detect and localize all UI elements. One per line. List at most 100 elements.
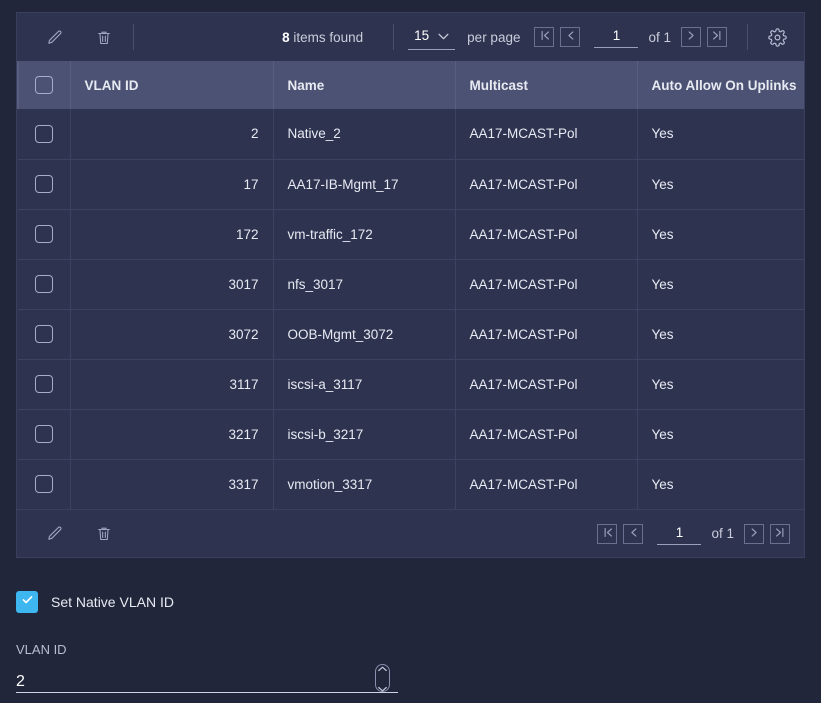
table-row[interactable]: 3217 iscsi-b_3217 AA17-MCAST-Pol Yes bbox=[18, 409, 804, 460]
edit-button[interactable] bbox=[39, 22, 69, 52]
cell-name: vmotion_3317 bbox=[273, 459, 456, 509]
row-select-cell[interactable] bbox=[18, 309, 71, 360]
page-number-input[interactable]: 1 bbox=[594, 26, 639, 48]
row-select-cell[interactable] bbox=[18, 409, 71, 460]
page-total-label-bottom: of 1 bbox=[711, 526, 734, 541]
trash-icon bbox=[96, 525, 112, 542]
cell-auto-allow: Yes bbox=[651, 476, 674, 492]
cell-multicast: AA17-MCAST-Pol bbox=[455, 159, 638, 210]
vlan-id-input[interactable]: 2 bbox=[16, 672, 364, 692]
table-row[interactable]: 3117 iscsi-a_3117 AA17-MCAST-Pol Yes bbox=[18, 359, 804, 410]
row-checkbox[interactable] bbox=[34, 475, 53, 494]
row-checkbox[interactable] bbox=[34, 425, 53, 443]
edit-button-bottom[interactable] bbox=[39, 519, 69, 549]
cell-vlan-id: 3072 bbox=[70, 309, 274, 360]
trash-icon bbox=[96, 29, 112, 46]
pencil-icon bbox=[46, 29, 63, 46]
page-number-input-bottom[interactable]: 1 bbox=[657, 523, 702, 545]
next-page-button-bottom[interactable] bbox=[744, 523, 764, 544]
chevron-down-icon bbox=[438, 27, 449, 45]
row-select-cell[interactable] bbox=[18, 109, 71, 160]
row-checkbox[interactable] bbox=[34, 124, 53, 143]
table-row[interactable]: 2 Native_2 AA17-MCAST-Pol Yes bbox=[18, 109, 804, 160]
table-row[interactable]: 3317 vmotion_3317 AA17-MCAST-Pol Yes bbox=[18, 459, 804, 509]
cell-auto-allow: Yes bbox=[637, 409, 804, 460]
cell-vlan-id: 3117 bbox=[70, 359, 274, 410]
cell-vlan-id: 172 bbox=[70, 209, 274, 260]
cell-auto-allow: Yes bbox=[637, 359, 804, 410]
settings-button[interactable] bbox=[762, 22, 792, 52]
cell-auto-allow: Yes bbox=[637, 109, 804, 160]
table-row[interactable]: 172 vm-traffic_172 AA17-MCAST-Pol Yes bbox=[18, 209, 804, 260]
items-found-label: 8 items found bbox=[282, 30, 363, 45]
column-header-name[interactable]: Name bbox=[273, 61, 456, 109]
cell-name: AA17-IB-Mgmt_17 bbox=[273, 159, 456, 210]
row-checkbox[interactable] bbox=[34, 175, 53, 193]
page-total-label: of 1 bbox=[648, 29, 671, 45]
table-top-toolbar: 8 items found 15 per page 1 of 1 bbox=[17, 13, 804, 61]
cell-name: nfs_3017 bbox=[273, 259, 456, 310]
table-row[interactable]: 3017 nfs_3017 AA17-MCAST-Pol Yes bbox=[18, 259, 804, 310]
chevron-down-icon[interactable] bbox=[378, 679, 387, 697]
prev-page-icon bbox=[628, 525, 639, 543]
cell-name: iscsi-a_3117 bbox=[273, 359, 456, 410]
cell-auto-allow: Yes bbox=[637, 259, 804, 310]
items-found-count: 8 bbox=[282, 29, 290, 45]
vlan-id-label: VLAN ID bbox=[16, 642, 67, 657]
vlan-id-stepper[interactable] bbox=[375, 664, 390, 692]
row-select-cell[interactable] bbox=[18, 159, 71, 210]
gear-icon bbox=[767, 27, 787, 47]
next-page-button[interactable] bbox=[681, 27, 701, 47]
last-page-icon bbox=[712, 28, 723, 46]
table-row[interactable]: 3072 OOB-Mgmt_3072 AA17-MCAST-Pol Yes bbox=[18, 309, 804, 360]
column-header-multicast[interactable]: Multicast bbox=[455, 61, 638, 109]
select-all-checkbox[interactable] bbox=[35, 76, 54, 94]
column-header-auto-allow[interactable]: Auto Allow On Uplinks bbox=[637, 61, 804, 109]
row-checkbox[interactable] bbox=[34, 325, 53, 343]
cell-auto-allow: Yes bbox=[637, 309, 804, 360]
column-header-vlan-id[interactable]: VLAN ID bbox=[70, 61, 274, 109]
delete-button-bottom[interactable] bbox=[89, 519, 119, 549]
row-checkbox[interactable] bbox=[34, 275, 53, 293]
toolbar-divider-3 bbox=[747, 24, 748, 50]
first-page-button-bottom[interactable] bbox=[597, 523, 618, 544]
cell-multicast: AA17-MCAST-Pol bbox=[455, 409, 638, 460]
per-page-select[interactable]: 15 bbox=[408, 25, 456, 50]
cell-auto-allow: Yes bbox=[637, 209, 804, 260]
first-page-button[interactable] bbox=[534, 27, 555, 47]
cell-name: vm-traffic_172 bbox=[273, 209, 456, 260]
last-page-button-bottom[interactable] bbox=[770, 523, 790, 544]
cell-multicast: AA17-MCAST-Pol bbox=[455, 359, 638, 410]
cell-multicast: AA17-MCAST-Pol bbox=[455, 459, 638, 509]
cell-multicast: AA17-MCAST-Pol bbox=[455, 209, 638, 260]
vlan-id-input-wrapper[interactable]: 2 bbox=[16, 664, 398, 693]
delete-button[interactable] bbox=[89, 22, 119, 52]
table-row[interactable]: 17 AA17-IB-Mgmt_17 AA17-MCAST-Pol Yes bbox=[18, 159, 804, 210]
row-select-cell[interactable] bbox=[18, 459, 71, 509]
chevron-up-icon[interactable] bbox=[378, 659, 387, 677]
cell-vlan-id: 2 bbox=[70, 109, 274, 160]
row-checkbox[interactable] bbox=[34, 375, 53, 393]
vlan-table: VLAN ID Name Multicast Auto Allow On Upl… bbox=[17, 61, 804, 509]
first-page-icon bbox=[539, 28, 550, 46]
row-select-cell[interactable] bbox=[18, 259, 71, 310]
row-checkbox[interactable] bbox=[34, 225, 53, 243]
next-page-icon bbox=[686, 28, 697, 46]
prev-page-button-bottom[interactable] bbox=[623, 523, 644, 544]
row-select-cell[interactable] bbox=[18, 209, 71, 260]
cell-vlan-id: 3317 bbox=[70, 459, 274, 509]
cell-vlan-id: 17 bbox=[70, 159, 274, 210]
table-header-row: VLAN ID Name Multicast Auto Allow On Upl… bbox=[17, 61, 804, 109]
prev-page-button[interactable] bbox=[560, 27, 581, 47]
check-icon bbox=[21, 593, 34, 611]
last-page-button[interactable] bbox=[707, 27, 727, 47]
toolbar-divider bbox=[133, 24, 134, 50]
cell-multicast: AA17-MCAST-Pol bbox=[455, 109, 638, 160]
set-native-vlan-row[interactable]: Set Native VLAN ID bbox=[16, 588, 805, 616]
select-all-header[interactable] bbox=[17, 61, 71, 109]
pencil-icon bbox=[46, 525, 63, 542]
next-page-icon bbox=[749, 525, 760, 543]
set-native-vlan-checkbox[interactable] bbox=[16, 591, 38, 613]
row-select-cell[interactable] bbox=[18, 359, 71, 410]
per-page-label: per page bbox=[467, 29, 521, 45]
